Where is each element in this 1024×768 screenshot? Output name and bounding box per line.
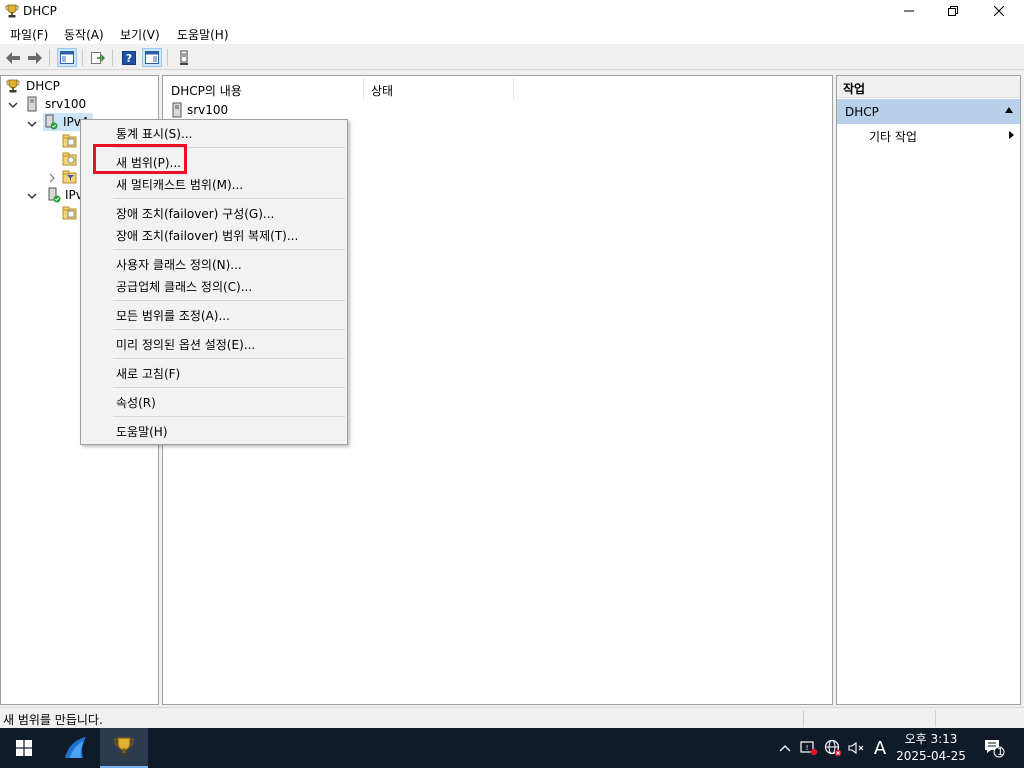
folder-icon: [62, 152, 77, 166]
restore-button[interactable]: [930, 0, 976, 22]
toolbar: ?: [0, 45, 1024, 70]
ctx-properties[interactable]: 속성(R): [116, 394, 156, 411]
ipv4-status-icon: [45, 114, 58, 130]
back-arrow-icon[interactable]: [3, 48, 23, 67]
menu-view[interactable]: 보기(V): [120, 26, 160, 43]
chevron-down-icon[interactable]: [8, 100, 18, 110]
forward-arrow-icon[interactable]: [25, 48, 45, 67]
close-button[interactable]: [976, 0, 1022, 22]
list-item[interactable]: srv100: [171, 102, 228, 118]
ctx-define-vendor-classes[interactable]: 공급업체 클래스 정의(C)...: [116, 278, 252, 295]
clock-time: 오후 3:13: [904, 732, 958, 746]
menu-bar: 파일(F) 동작(A) 보기(V) 도움말(H): [0, 22, 1024, 44]
status-bar: 새 범위를 만듭니다.: [0, 707, 1024, 728]
notification-alert-icon[interactable]: !: [799, 728, 819, 768]
svg-text:!: !: [806, 744, 809, 752]
list-item-name: srv100: [187, 103, 229, 117]
menu-action[interactable]: 동작(A): [64, 26, 104, 43]
minimize-button[interactable]: [886, 0, 932, 22]
folder-icon: [62, 206, 77, 220]
volume-muted-icon[interactable]: [846, 728, 868, 768]
tree-node-dhcp[interactable]: DHCP: [5, 77, 60, 95]
ctx-reconcile-all-scopes[interactable]: 모든 범위를 조정(A)...: [116, 307, 230, 324]
server-manager-icon[interactable]: [52, 728, 98, 768]
action-center-icon[interactable]: 1: [980, 728, 1008, 768]
collapse-triangle-icon[interactable]: [1005, 107, 1013, 113]
clock-date: 2025-04-25: [896, 749, 966, 763]
server-icon: [172, 102, 182, 118]
ctx-replicate-failover-scopes[interactable]: 장애 조치(failover) 범위 복제(T)...: [116, 227, 298, 244]
ctx-configure-failover[interactable]: 장애 조치(failover) 구성(G)...: [116, 205, 274, 222]
dhcp-trophy-icon: [4, 3, 20, 19]
chevron-up-icon[interactable]: [777, 728, 793, 768]
ime-indicator[interactable]: A: [870, 728, 890, 768]
actions-section-dhcp[interactable]: DHCP: [837, 99, 1020, 124]
ctx-help[interactable]: 도움말(H): [116, 423, 168, 440]
column-header-status[interactable]: 상태: [371, 76, 393, 100]
server-status-icon[interactable]: [174, 48, 194, 67]
dhcp-taskbar-icon[interactable]: [100, 728, 148, 768]
show-hide-action-pane-icon[interactable]: [142, 48, 162, 67]
chevron-down-icon[interactable]: [27, 191, 37, 201]
export-list-icon[interactable]: [88, 48, 108, 67]
menu-file[interactable]: 파일(F): [10, 26, 48, 43]
network-globe-icon[interactable]: [822, 728, 844, 768]
svg-text:?: ?: [126, 52, 132, 65]
actions-section-label: DHCP: [845, 105, 879, 119]
folder-icon: [62, 134, 77, 148]
show-hide-console-tree-icon[interactable]: [57, 48, 77, 67]
tree-node-ipv4-child-2[interactable]: [62, 150, 78, 168]
ctx-refresh[interactable]: 새로 고침(F): [116, 365, 180, 382]
tree-node-server[interactable]: srv100: [25, 95, 86, 113]
ctx-show-statistics[interactable]: 통계 표시(S)...: [116, 125, 192, 142]
dhcp-trophy-icon: [6, 79, 20, 93]
tree-node-ipv6-child-1[interactable]: [62, 204, 78, 222]
notification-count-badge: 1: [997, 747, 1004, 758]
tree-label-server: srv100: [45, 97, 87, 111]
window-title: DHCP: [23, 4, 57, 18]
taskbar: ! A 오후 3:13 2025-04-25 1: [0, 728, 1024, 768]
tree-label-dhcp: DHCP: [26, 79, 60, 93]
ipv6-status-icon: [48, 187, 61, 203]
filter-folder-icon: [62, 170, 77, 184]
clock[interactable]: 오후 3:13 2025-04-25: [893, 731, 969, 765]
tree-node-ipv4-child-3[interactable]: [62, 168, 78, 186]
title-bar: DHCP: [0, 0, 1024, 22]
chevron-right-icon[interactable]: [47, 173, 57, 183]
status-text: 새 범위를 만듭니다.: [3, 713, 103, 727]
menu-help[interactable]: 도움말(H): [177, 26, 229, 43]
windows-start-icon[interactable]: [0, 728, 48, 768]
help-icon[interactable]: ?: [119, 48, 139, 67]
action-more-actions[interactable]: 기타 작업: [869, 128, 917, 145]
tree-node-ipv4-child-1[interactable]: [62, 132, 78, 150]
ctx-new-multicast-scope[interactable]: 새 멀티캐스트 범위(M)...: [116, 176, 243, 193]
ctx-define-user-classes[interactable]: 사용자 클래스 정의(N)...: [116, 256, 242, 273]
actions-header: 작업: [837, 76, 1020, 98]
ctx-set-predefined-options[interactable]: 미리 정의된 옵션 설정(E)...: [116, 336, 255, 353]
actions-pane: 작업 DHCP 기타 작업: [836, 75, 1021, 705]
highlight-box: [93, 144, 187, 174]
submenu-arrow-icon[interactable]: [1009, 131, 1014, 139]
server-icon: [27, 96, 37, 112]
column-header-name[interactable]: DHCP의 내용: [171, 76, 242, 100]
chevron-down-icon[interactable]: [27, 119, 37, 129]
